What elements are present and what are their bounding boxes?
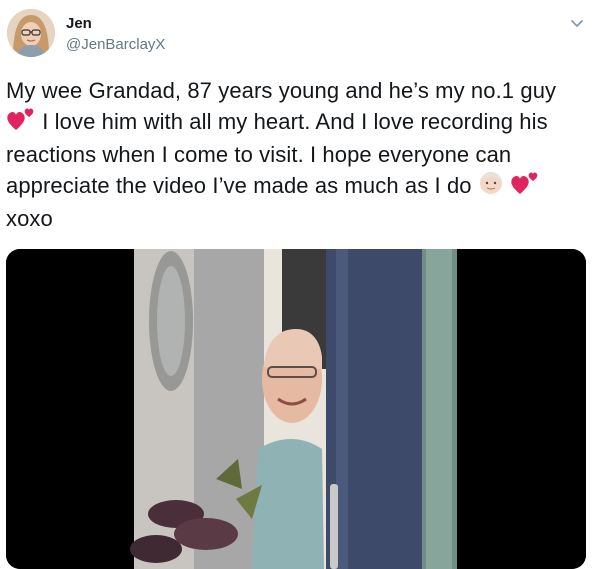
old-man-emoji — [478, 170, 504, 204]
tweet-text-line-4: appreciate the video I’ve made as much a… — [6, 170, 586, 204]
tweet-text-line-3: reactions when I come to visit. I hope e… — [6, 142, 512, 167]
video-frame — [6, 249, 586, 569]
author-handle[interactable]: @JenBarclayX — [66, 36, 165, 53]
tweet-text-line-4-content: appreciate the video I’ve made as much a… — [6, 173, 472, 198]
tweet-menu-button[interactable] — [568, 14, 586, 32]
author-display-name[interactable]: Jen — [66, 15, 92, 32]
avatar-image — [7, 9, 55, 57]
tweet-card: Jen @JenBarclayX My wee Grandad, 87 year… — [0, 0, 596, 569]
two-hearts-emoji — [510, 170, 540, 204]
two-hearts-emoji — [6, 106, 36, 140]
avatar[interactable] — [7, 9, 55, 57]
tweet-text-line-2-content: I love him with all my heart. And I love… — [42, 109, 548, 134]
tweet-text-line-2: I love him with all my heart. And I love… — [6, 106, 586, 140]
tweet-text: My wee Grandad, 87 years young and he’s … — [6, 76, 586, 234]
tweet-text-line-1: My wee Grandad, 87 years young and he’s … — [6, 78, 557, 103]
chevron-down-icon — [571, 20, 583, 27]
video-player[interactable] — [6, 249, 586, 569]
tweet-text-line-5: xoxo — [6, 206, 53, 231]
